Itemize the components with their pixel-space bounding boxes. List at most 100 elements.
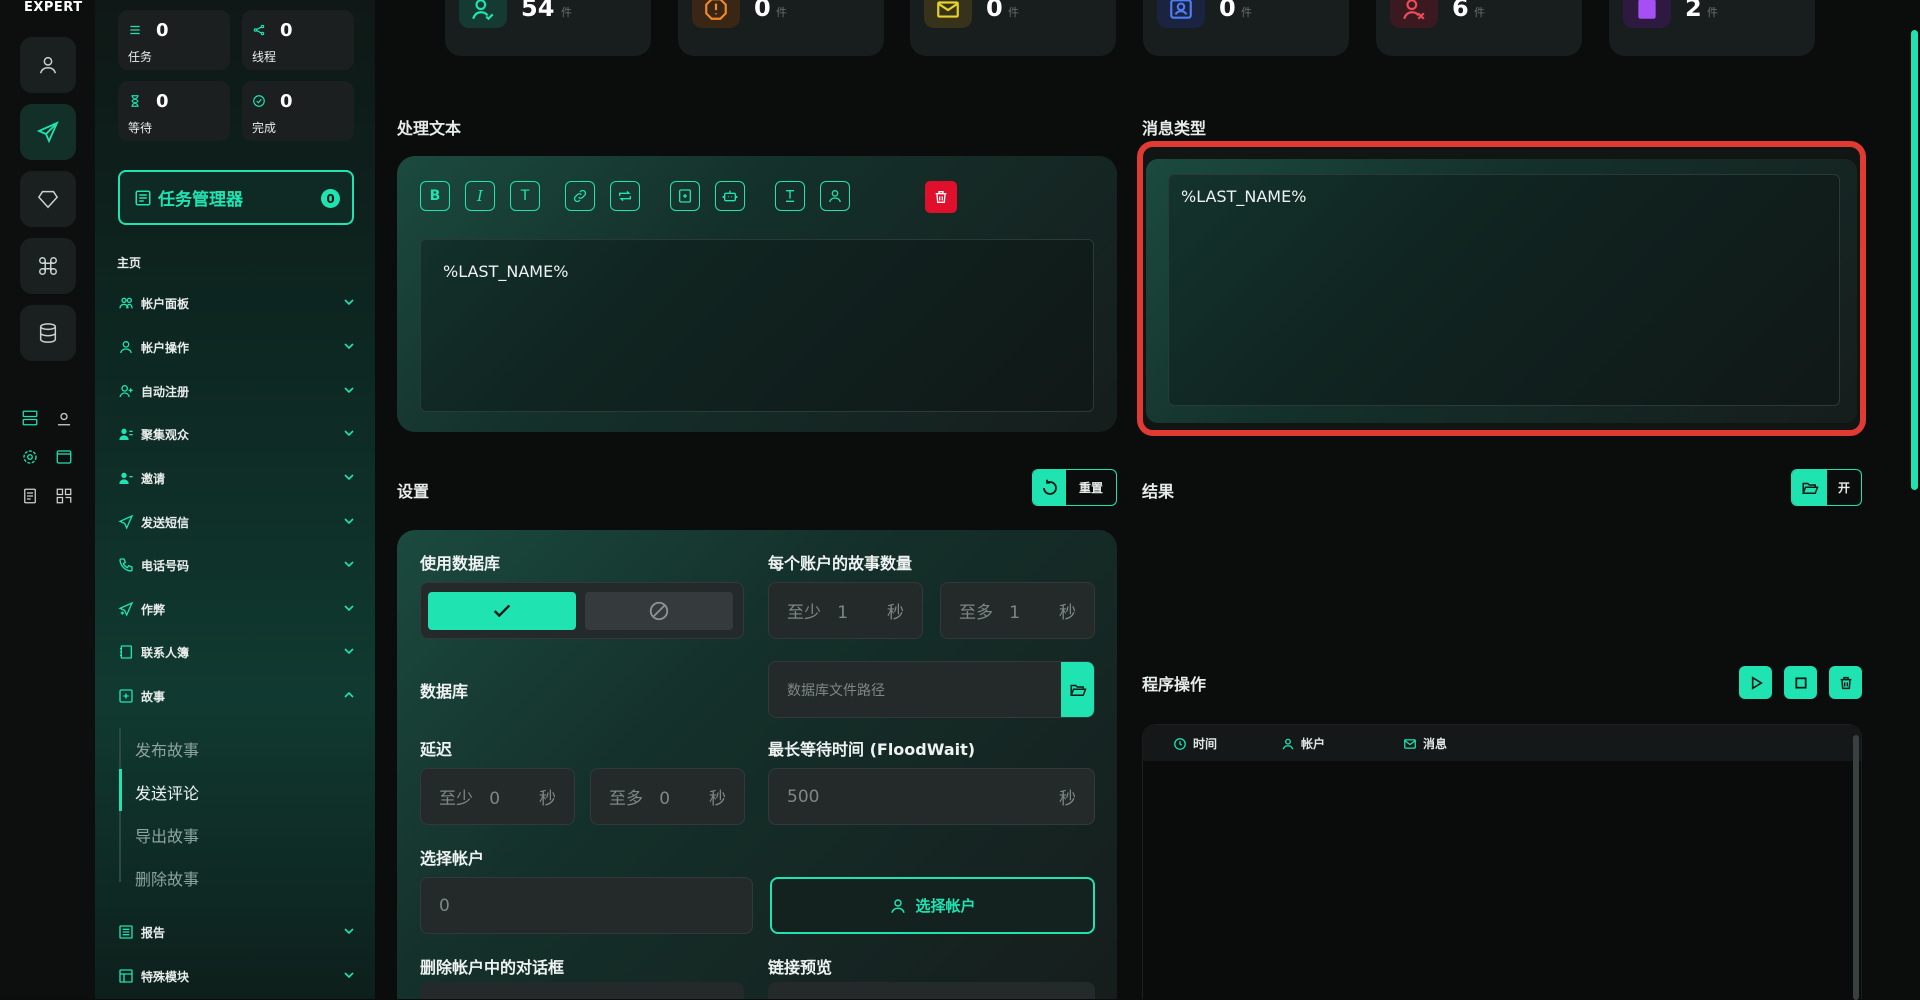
nav-contacts[interactable]: 联系人簿 xyxy=(117,637,357,667)
sub-publish-story[interactable]: 发布故事 xyxy=(135,737,199,761)
server-icon[interactable] xyxy=(19,407,41,429)
rail-database-button[interactable] xyxy=(20,305,76,361)
qr-icon[interactable] xyxy=(53,485,75,507)
chevron-down-icon xyxy=(344,972,354,979)
chevron-down-icon xyxy=(344,343,354,350)
message-type-textarea[interactable]: %LAST_NAME% xyxy=(1168,174,1840,406)
stat-value: 0 xyxy=(280,20,293,41)
rail-diamond-button[interactable] xyxy=(20,171,76,227)
nav-invite[interactable]: 邀请 xyxy=(117,463,357,493)
hourglass-icon xyxy=(128,93,142,112)
sec-unit: 秒 xyxy=(709,789,726,809)
stat-threads: 0 线程 xyxy=(242,10,354,70)
link-button[interactable] xyxy=(565,181,595,211)
task-list-icon xyxy=(128,22,142,41)
submenu-active-indicator xyxy=(119,769,122,811)
sub-export-story[interactable]: 导出故事 xyxy=(135,823,199,847)
delete-dialogs-toggle[interactable] xyxy=(420,982,744,999)
delete-text-button[interactable] xyxy=(925,181,957,213)
format-button[interactable] xyxy=(775,181,805,211)
users-list-icon xyxy=(117,425,135,443)
italic-button[interactable]: I xyxy=(465,181,495,211)
stat-label: 任务 xyxy=(128,50,153,64)
nav-reports[interactable]: 报告 xyxy=(117,917,357,947)
delay-max-input[interactable]: 至多 0 秒 xyxy=(590,768,745,825)
select-accounts-input[interactable]: 0 xyxy=(420,877,753,934)
stop-button[interactable] xyxy=(1784,666,1817,699)
nav-auto-register[interactable]: 自动注册 xyxy=(117,376,357,406)
use-db-yes-button[interactable] xyxy=(428,592,576,630)
nav-label: 发送短信 xyxy=(141,515,190,530)
log-col-time: 时间 xyxy=(1173,735,1217,752)
text-button[interactable]: T xyxy=(510,181,540,211)
floodwait-input[interactable]: 500 秒 xyxy=(768,768,1095,825)
stories-min-input[interactable]: 至少 1 秒 xyxy=(768,582,923,639)
file-add-icon xyxy=(679,189,691,203)
nav-account-actions[interactable]: 帐户操作 xyxy=(117,332,357,362)
nav-phone-numbers[interactable]: 电话号码 xyxy=(117,550,357,580)
nav-label: 报告 xyxy=(141,925,166,940)
diamond-icon xyxy=(37,190,59,209)
sub-send-comment[interactable]: 发送评论 xyxy=(135,780,199,804)
log-col-label: 时间 xyxy=(1193,737,1218,751)
database-path-input[interactable]: 数据库文件路径 xyxy=(768,661,1095,718)
results-open-label: 开 xyxy=(1837,481,1850,495)
select-accounts-button[interactable]: 选择帐户 xyxy=(770,877,1095,934)
code-window-icon[interactable] xyxy=(53,446,75,468)
top-stat-unit: 件 xyxy=(776,6,787,19)
task-manager-button[interactable]: 任务管理器 0 xyxy=(118,170,354,225)
results-open-button[interactable]: 开 xyxy=(1791,469,1862,506)
log-col-label: 消息 xyxy=(1423,737,1448,751)
sec-unit: 秒 xyxy=(887,603,904,623)
trash-icon xyxy=(935,191,947,203)
log-scrollbar[interactable] xyxy=(1853,735,1859,1000)
select-accounts-label: 选择帐户 xyxy=(420,849,485,868)
robot-button[interactable] xyxy=(715,181,745,211)
nav-account-panel[interactable]: 帐户面板 xyxy=(117,288,357,318)
repeat-button[interactable] xyxy=(610,181,640,211)
page-scrollbar-thumb[interactable] xyxy=(1911,30,1918,490)
clear-log-button[interactable] xyxy=(1829,666,1862,699)
send-plus-icon xyxy=(117,600,135,618)
location-icon[interactable] xyxy=(53,407,75,429)
rail-accounts-button[interactable] xyxy=(20,37,76,93)
nav-label: 故事 xyxy=(141,689,166,704)
repeat-icon xyxy=(619,190,631,202)
nav-stories[interactable]: 故事 xyxy=(117,681,357,711)
nav-special-modules[interactable]: 特殊模块 xyxy=(117,961,357,991)
report-icon xyxy=(117,923,135,941)
stat-value: 0 xyxy=(156,20,169,41)
nav-label: 帐户操作 xyxy=(141,340,190,355)
database-label: 数据库 xyxy=(420,682,469,701)
delay-min-input[interactable]: 至少 0 秒 xyxy=(420,768,575,825)
gear-icon[interactable] xyxy=(19,446,41,468)
nav-gather-audience[interactable]: 聚集观众 xyxy=(117,419,357,449)
sub-delete-story[interactable]: 删除故事 xyxy=(135,866,199,890)
play-button[interactable] xyxy=(1739,666,1772,699)
file-add-button[interactable] xyxy=(670,181,700,211)
max-prefix: 至多 xyxy=(609,789,643,809)
rail-command-button[interactable] xyxy=(20,238,76,294)
link-preview-toggle[interactable] xyxy=(768,982,1095,999)
nav-label: 电话号码 xyxy=(141,558,190,573)
folder-open-button[interactable] xyxy=(1061,662,1094,717)
reset-button[interactable]: 重置 xyxy=(1032,469,1117,506)
log-col-label: 帐户 xyxy=(1301,737,1326,751)
stories-max-input[interactable]: 至多 1 秒 xyxy=(940,582,1095,639)
use-db-no-button[interactable] xyxy=(585,592,733,630)
link-preview-label: 链接预览 xyxy=(768,958,833,977)
nav-send-sms[interactable]: 发送短信 xyxy=(117,507,357,537)
nav-cheat[interactable]: 作弊 xyxy=(117,594,357,624)
process-text-title: 处理文本 xyxy=(397,119,462,138)
process-text-textarea[interactable]: %LAST_NAME% xyxy=(420,239,1094,412)
top-stat-card: 2 件 xyxy=(1609,0,1815,56)
nav-label: 帐户面板 xyxy=(141,296,190,311)
mail-chart-icon xyxy=(924,0,972,28)
user-button[interactable] xyxy=(820,181,850,211)
rail-send-button[interactable] xyxy=(20,104,76,160)
delay-max-value: 0 xyxy=(659,789,671,809)
top-stat-card: 6 件 xyxy=(1376,0,1582,56)
notes-icon[interactable] xyxy=(19,485,41,507)
top-stat-unit: 件 xyxy=(1707,6,1718,19)
bold-button[interactable]: B xyxy=(420,181,450,211)
